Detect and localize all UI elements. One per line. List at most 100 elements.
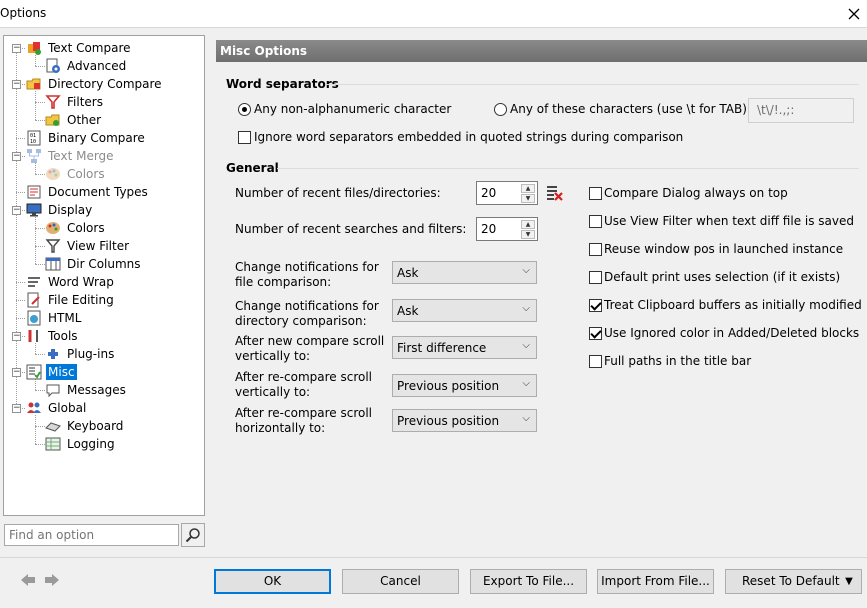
tree-item-text-compare[interactable]: Text Compare <box>26 39 133 57</box>
tree-item-file-editing[interactable]: File Editing <box>26 291 116 309</box>
collapse-icon[interactable]: − <box>12 368 21 377</box>
reset-default-label: Reset To Default <box>742 574 840 588</box>
general-checkbox-label[interactable]: Use View Filter when text diff file is s… <box>604 214 854 229</box>
tree-item-tools[interactable]: Tools <box>26 327 80 345</box>
spin-up-icon[interactable]: ▲ <box>521 220 535 229</box>
binary-compare-icon: 01 10 <box>26 130 43 146</box>
tree-item-keyboard[interactable]: Keyboard <box>45 417 125 435</box>
tree-item-global[interactable]: Global <box>26 399 88 417</box>
tree-connector <box>16 192 25 193</box>
tree-item-other[interactable]: Other <box>45 111 103 129</box>
recent-searches-spinner[interactable]: 20 ▲ ▼ <box>476 217 538 241</box>
find-option-input[interactable] <box>4 524 179 546</box>
tree-connector <box>35 354 45 355</box>
general-checkbox[interactable] <box>589 355 602 368</box>
tree-connector <box>16 300 25 301</box>
export-button[interactable]: Export To File... <box>470 569 587 594</box>
tree-item-directory-compare[interactable]: Directory Compare <box>26 75 164 93</box>
tree-connector <box>16 282 25 283</box>
re-vscroll-select[interactable]: Previous position ⌵ <box>392 374 537 397</box>
recent-files-spinner[interactable]: 20 ▲ ▼ <box>476 181 538 205</box>
collapse-icon[interactable]: − <box>12 80 21 89</box>
tree-item-misc[interactable]: Misc <box>26 363 77 381</box>
tree-item-html[interactable]: HTML <box>26 309 83 327</box>
general-checkbox-label[interactable]: Full paths in the title bar <box>604 354 751 369</box>
tree-item-display[interactable]: Display <box>26 201 94 219</box>
general-checkbox[interactable] <box>589 299 602 312</box>
ok-button[interactable]: OK <box>214 569 331 594</box>
collapse-icon[interactable]: − <box>12 44 21 53</box>
tree-item-dir-columns[interactable]: Dir Columns <box>45 255 143 273</box>
cancel-button[interactable]: Cancel <box>342 569 459 594</box>
general-checkbox[interactable] <box>589 215 602 228</box>
change-dir-select[interactable]: Ask ⌵ <box>392 299 537 322</box>
tree-item-colors[interactable]: Colors <box>45 219 107 237</box>
advanced-settings-icon <box>45 58 62 74</box>
tree-item-label: File Editing <box>48 293 114 307</box>
general-checkbox[interactable] <box>589 327 602 340</box>
tree-item-logging[interactable]: Logging <box>45 435 117 453</box>
tree-item-label: Keyboard <box>67 419 124 433</box>
collapse-icon[interactable]: − <box>12 404 21 413</box>
new-scroll-select[interactable]: First difference ⌵ <box>392 336 537 359</box>
tree-item-plug-ins[interactable]: Plug-ins <box>45 345 116 363</box>
tree-item-label: Other <box>67 113 102 127</box>
radio-any-nonalnum[interactable] <box>238 103 251 116</box>
clear-recent-button[interactable] <box>545 184 565 207</box>
dropdown-arrow-icon[interactable]: ▼ <box>837 570 861 593</box>
recent-files-label: Number of recent files/directories: <box>235 186 441 200</box>
chevron-down-icon: ⌵ <box>522 378 530 389</box>
tree-item-advanced[interactable]: Advanced <box>45 57 128 75</box>
import-button[interactable]: Import From File... <box>597 569 714 594</box>
tree-item-word-wrap[interactable]: Word Wrap <box>26 273 116 291</box>
tree-connector <box>35 228 45 229</box>
general-checkbox[interactable] <box>589 187 602 200</box>
general-checkbox-label[interactable]: Compare Dialog always on top <box>604 186 788 201</box>
close-button[interactable] <box>841 0 867 27</box>
spin-up-icon[interactable]: ▲ <box>521 184 535 193</box>
change-file-select[interactable]: Ask ⌵ <box>392 261 537 284</box>
title-bar: Options <box>0 0 867 27</box>
merge-icon <box>26 148 43 164</box>
general-checkbox-label[interactable]: Reuse window pos in launched instance <box>604 242 843 257</box>
ignore-quoted-label[interactable]: Ignore word separators embedded in quote… <box>254 130 683 145</box>
general-checkbox-label[interactable]: Treat Clipboard buffers as initially mod… <box>604 298 862 313</box>
reset-default-button[interactable]: Reset To Default ▼ <box>725 569 862 594</box>
back-arrow-icon[interactable] <box>20 571 36 592</box>
tree-item-label: Filters <box>67 95 103 109</box>
collapse-icon[interactable]: − <box>12 332 21 341</box>
general-checkbox[interactable] <box>589 243 602 256</box>
collapse-icon[interactable]: − <box>12 152 21 161</box>
re-hscroll-select[interactable]: Previous position ⌵ <box>392 409 537 432</box>
general-checkbox-label[interactable]: Use Ignored color in Added/Deleted block… <box>604 326 859 341</box>
spin-down-icon[interactable]: ▼ <box>521 230 535 239</box>
separator-chars-input[interactable]: \t\/!.,;: <box>748 98 854 123</box>
find-option-button[interactable] <box>181 523 205 547</box>
ignore-quoted-checkbox[interactable] <box>238 131 251 144</box>
tree-connector <box>35 120 45 121</box>
forward-arrow-icon[interactable] <box>44 571 60 592</box>
recent-searches-label: Number of recent searches and filters: <box>235 222 467 236</box>
tree-item-filters[interactable]: Filters <box>45 93 105 111</box>
tree-item-label: Logging <box>67 437 115 451</box>
tree-item-messages[interactable]: Messages <box>45 381 128 399</box>
tree-item-colors[interactable]: Colors <box>45 165 107 183</box>
radio-any-nonalnum-label[interactable]: Any non-alphanumeric character <box>254 102 451 117</box>
general-checkbox[interactable] <box>589 271 602 284</box>
filter-icon <box>45 94 62 110</box>
tree-branch-line <box>35 91 36 120</box>
options-tree[interactable]: Text Compare − Advanced Directory Compare − F… <box>3 35 205 516</box>
radio-these-chars-label[interactable]: Any of these characters (use \t for TAB)… <box>510 102 751 117</box>
collapse-icon[interactable]: − <box>12 206 21 215</box>
tree-item-label: Global <box>48 401 87 415</box>
tools-icon <box>26 328 43 344</box>
columns-icon <box>45 256 62 272</box>
spin-down-icon[interactable]: ▼ <box>521 194 535 203</box>
tree-item-view-filter[interactable]: View Filter <box>45 237 131 255</box>
general-divider <box>277 168 859 169</box>
tree-item-text-merge[interactable]: Text Merge <box>26 147 116 165</box>
tree-item-document-types[interactable]: Document Types <box>26 183 150 201</box>
radio-these-chars[interactable] <box>494 103 507 116</box>
tree-item-binary-compare[interactable]: 01 10 Binary Compare <box>26 129 147 147</box>
general-checkbox-label[interactable]: Default print uses selection (if it exis… <box>604 270 840 285</box>
